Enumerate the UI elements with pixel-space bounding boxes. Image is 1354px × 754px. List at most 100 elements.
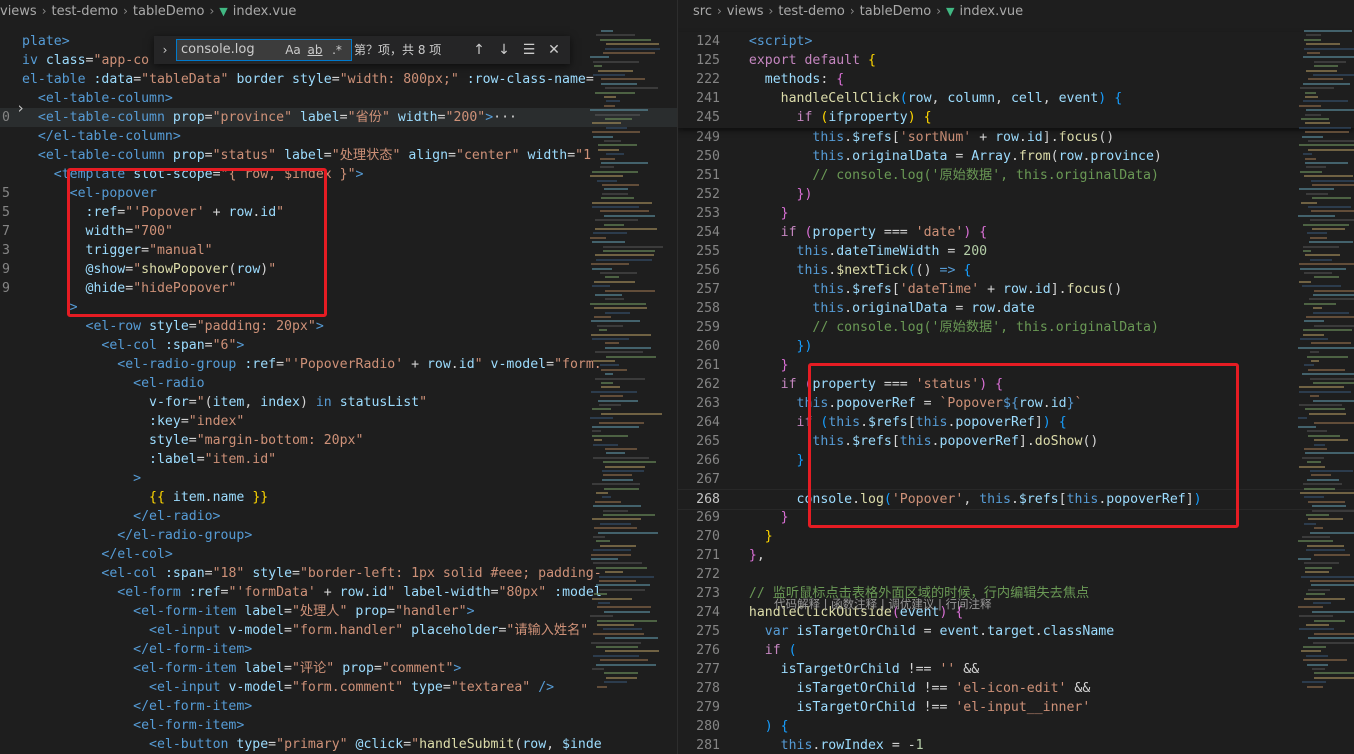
code-line[interactable]: 249 this.$refs['sortNum' + row.id].focus… xyxy=(678,128,1354,147)
code-line[interactable]: <el-input v-model="form.handler" placeho… xyxy=(0,621,677,640)
code-line[interactable]: 280 ) { xyxy=(678,717,1354,736)
code-line[interactable]: > xyxy=(0,298,677,317)
code-line[interactable]: <el-col :span="18" style="border-left: 1… xyxy=(0,564,677,583)
code-line[interactable]: 9 @hide="hidePopover" xyxy=(0,279,677,298)
code-line[interactable]: </el-radio-group> xyxy=(0,526,677,545)
code-line[interactable]: 271 }, xyxy=(678,546,1354,565)
code-line[interactable]: 266 } xyxy=(678,451,1354,470)
code-line[interactable]: 277 isTargetOrChild !== '' && xyxy=(678,660,1354,679)
minimap-line xyxy=(1304,272,1332,274)
code-line[interactable]: 255 this.dateTimeWidth = 200 xyxy=(678,242,1354,261)
close-icon[interactable]: ✕ xyxy=(545,40,563,60)
code-line[interactable]: </el-table-column> xyxy=(0,127,677,146)
code-line[interactable]: <el-table-column prop="status" label="处理… xyxy=(0,146,677,165)
code-line[interactable]: 5 <el-popover xyxy=(0,184,677,203)
code-line[interactable]: 279 isTargetOrChild !== 'el-input__inner… xyxy=(678,698,1354,717)
code-line[interactable]: <el-radio-group :ref="'PopoverRadio' + r… xyxy=(0,355,677,374)
code-line[interactable]: 222 methods: { xyxy=(678,70,1354,89)
code-line[interactable]: 254 if (property === 'date') { xyxy=(678,223,1354,242)
previous-match-icon[interactable]: ↑ xyxy=(470,40,488,60)
breadcrumb-item[interactable]: test-demo xyxy=(52,1,119,22)
code-line[interactable]: <el-form-item> xyxy=(0,716,677,735)
minimap[interactable] xyxy=(590,30,665,720)
code-line[interactable]: <el-input v-model="form.comment" type="t… xyxy=(0,678,677,697)
code-line[interactable]: 9 @show="showPopover(row)" xyxy=(0,260,677,279)
code-line[interactable]: 250 this.originalData = Array.from(row.p… xyxy=(678,147,1354,166)
left-editor[interactable]: views › test-demo › tableDemo › ▼ index.vue pla… xyxy=(0,0,677,754)
regex-button[interactable]: .* xyxy=(329,40,345,60)
code-line[interactable]: 252 }) xyxy=(678,185,1354,204)
right-editor[interactable]: src › views › test-demo › tableDemo › ▼ index.vue… xyxy=(678,0,1354,754)
code-line[interactable]: <el-form :ref="'formData' + row.id" labe… xyxy=(0,583,677,602)
code-line[interactable]: 276 if ( xyxy=(678,641,1354,660)
code-line[interactable]: 270 } xyxy=(678,527,1354,546)
code-line[interactable]: 3 trigger="manual" xyxy=(0,241,677,260)
breadcrumb-item[interactable]: index.vue xyxy=(233,1,297,22)
find-in-selection-icon[interactable]: ☰ xyxy=(520,40,538,60)
code-line[interactable]: <el-form-item label="处理人" prop="handler"… xyxy=(0,602,677,621)
fold-arrow-icon[interactable]: › xyxy=(16,99,25,117)
breadcrumb-item[interactable]: test-demo xyxy=(778,1,845,22)
code-line[interactable]: <el-form-item label="评论" prop="comment"> xyxy=(0,659,677,678)
match-case-button[interactable]: Aa xyxy=(285,40,301,60)
code-line[interactable]: 261 } xyxy=(678,356,1354,375)
code-line[interactable]: 251 // console.log('原始数据', this.original… xyxy=(678,166,1354,185)
code-line[interactable]: 245 if (ifproperty) { xyxy=(678,108,1354,127)
code-line[interactable]: <el-table-column> xyxy=(0,89,677,108)
code-line[interactable]: <template slot-scope="{ row, $index }"> xyxy=(0,165,677,184)
code-line[interactable]: > xyxy=(0,469,677,488)
code-line[interactable]: <el-row style="padding: 20px"> xyxy=(0,317,677,336)
minimap-line xyxy=(1314,439,1348,442)
minimap-line xyxy=(592,201,652,204)
code-line[interactable]: 0 <el-table-column prop="province" label… xyxy=(0,108,677,127)
code-line[interactable]: 253 } xyxy=(678,204,1354,223)
code-line[interactable]: 7 width="700" xyxy=(0,222,677,241)
codelens-actions[interactable]: 代码解释 | 函数注释 | 调优建议 | 行间注释 xyxy=(774,596,992,612)
breadcrumb-item[interactable]: views xyxy=(0,1,37,22)
code-line[interactable]: <el-button type="primary" @click="handle… xyxy=(0,735,677,754)
code-line[interactable]: 275 var isTargetOrChild = event.target.c… xyxy=(678,622,1354,641)
code-line[interactable]: 263 this.popoverRef = `Popover${row.id}` xyxy=(678,394,1354,413)
sticky-scroll-header[interactable]: 124 <script> 125 export default {222 meth… xyxy=(678,32,1354,128)
toggle-replace-icon[interactable]: › xyxy=(158,40,172,60)
code-line[interactable]: 259 // console.log('原始数据', this.original… xyxy=(678,318,1354,337)
code-line[interactable]: 272 xyxy=(678,565,1354,584)
code-line[interactable]: 264 if (this.$refs[this.popoverRef]) { xyxy=(678,413,1354,432)
breadcrumb-item[interactable]: src xyxy=(693,1,712,22)
code-line[interactable]: 260 }) xyxy=(678,337,1354,356)
code-line[interactable]: </el-form-item> xyxy=(0,640,677,659)
code-line[interactable]: 269 } xyxy=(678,508,1354,527)
code-line[interactable]: 5 :ref="'Popover' + row.id" xyxy=(0,203,677,222)
code-line[interactable]: v-for="(item, index) in statusList" xyxy=(0,393,677,412)
breadcrumb-item[interactable]: views xyxy=(727,1,764,22)
code-line[interactable]: </el-radio> xyxy=(0,507,677,526)
breadcrumb-item[interactable]: index.vue xyxy=(960,1,1024,22)
code-line[interactable]: {{ item.name }} xyxy=(0,488,677,507)
code-line[interactable]: 281 this.rowIndex = -1 xyxy=(678,736,1354,754)
code-line[interactable]: <el-radio xyxy=(0,374,677,393)
next-match-icon[interactable]: ↓ xyxy=(495,40,513,60)
code-line[interactable]: 278 isTargetOrChild !== 'el-icon-edit' &… xyxy=(678,679,1354,698)
code-line[interactable]: <el-col :span="6"> xyxy=(0,336,677,355)
code-line[interactable]: 241 handleCellClick(row, column, cell, e… xyxy=(678,89,1354,108)
code-line[interactable]: 125 export default { xyxy=(678,51,1354,70)
code-line[interactable]: :key="index" xyxy=(0,412,677,431)
code-line[interactable]: </el-form-item> xyxy=(0,697,677,716)
code-line[interactable]: :label="item.id" xyxy=(0,450,677,469)
code-line[interactable]: 124 <script> xyxy=(678,32,1354,51)
code-line[interactable]: 267 xyxy=(678,470,1354,489)
match-word-button[interactable]: ab xyxy=(306,40,324,60)
code-line[interactable]: 265 this.$refs[this.popoverRef].doShow() xyxy=(678,432,1354,451)
code-line[interactable]: </el-col> xyxy=(0,545,677,564)
code-line[interactable]: 256 this.$nextTick(() => { xyxy=(678,261,1354,280)
code-line[interactable]: 262 if (property === 'status') { xyxy=(678,375,1354,394)
breadcrumb-item[interactable]: tableDemo xyxy=(860,1,932,22)
minimap[interactable] xyxy=(1298,30,1354,720)
breadcrumb-item[interactable]: tableDemo xyxy=(133,1,205,22)
code-line[interactable]: el-table :data="tableData" border style=… xyxy=(0,70,677,89)
find-input[interactable]: console.log xyxy=(176,39,352,61)
code-line[interactable]: 258 this.originalData = row.date xyxy=(678,299,1354,318)
code-line[interactable]: 257 this.$refs['dateTime' + row.id].focu… xyxy=(678,280,1354,299)
code-line[interactable]: style="margin-bottom: 20px" xyxy=(0,431,677,450)
code-line[interactable]: 268 console.log('Popover', this.$refs[th… xyxy=(678,489,1354,510)
